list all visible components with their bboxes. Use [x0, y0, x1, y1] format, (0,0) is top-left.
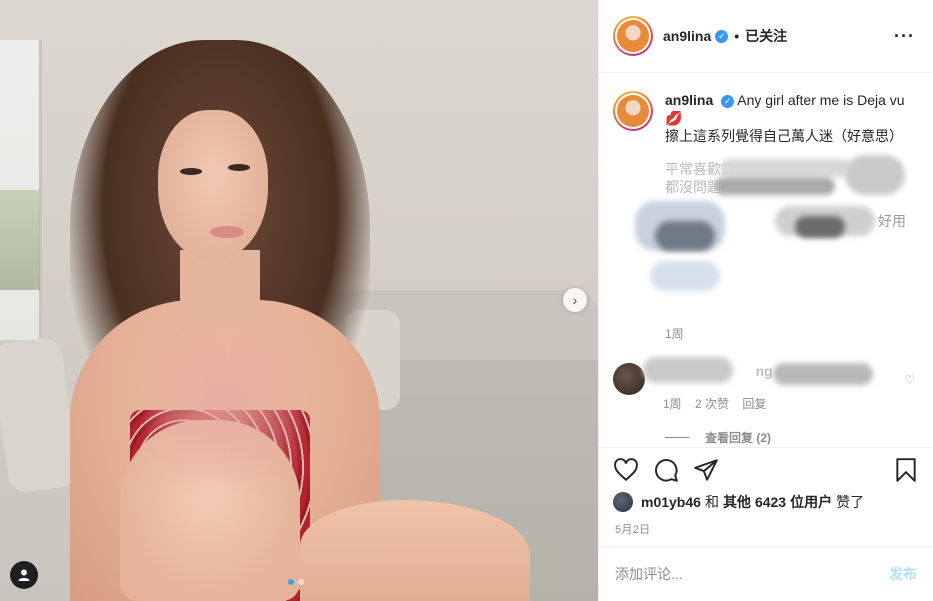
- follow-status-button[interactable]: 已关注: [745, 26, 787, 46]
- comment-input[interactable]: [615, 566, 889, 582]
- header-username[interactable]: an9lina: [663, 28, 711, 44]
- comment-heart-icon[interactable]: ♡: [904, 373, 915, 387]
- more-options-icon[interactable]: ···: [894, 26, 919, 47]
- pillow: [0, 335, 81, 495]
- comment-reply-button[interactable]: 回复: [742, 397, 766, 411]
- share-icon[interactable]: [693, 457, 719, 483]
- heart-icon[interactable]: [613, 457, 639, 483]
- comment-icon[interactable]: [653, 457, 679, 483]
- person-face: [158, 110, 268, 260]
- replies-line: [665, 437, 689, 438]
- caption-time[interactable]: 1周: [665, 325, 684, 342]
- caption-line4: 都沒問題: [665, 179, 721, 195]
- post-date[interactable]: 5月2日: [615, 521, 650, 537]
- separator-dot: •: [734, 28, 740, 44]
- comment-username-tail: ng: [755, 363, 773, 379]
- comments-list[interactable]: an9lina ✓ Any girl after me is Deja vu 💋…: [599, 73, 933, 447]
- avatar[interactable]: [613, 492, 633, 512]
- likes-others-prefix[interactable]: 其他: [723, 492, 751, 512]
- eye: [228, 164, 250, 171]
- comment-likes[interactable]: 2 次赞: [695, 397, 729, 411]
- caption: an9lina ✓ Any girl after me is Deja vu 💋…: [613, 91, 919, 145]
- liker-username[interactable]: m01yb46: [641, 494, 701, 510]
- avatar[interactable]: [613, 16, 653, 56]
- avatar[interactable]: [613, 363, 645, 395]
- post-sidebar: an9lina ✓ • 已关注 ··· an9lina ✓ Any girl a…: [598, 0, 933, 601]
- action-bar: [599, 447, 933, 492]
- likes-liked: 赞了: [836, 494, 865, 510]
- carousel-indicator: [288, 579, 304, 585]
- likes-others-suffix[interactable]: 位用户: [790, 492, 832, 512]
- next-photo-button[interactable]: ›: [563, 288, 587, 312]
- verified-badge-icon: ✓: [721, 94, 735, 108]
- view-replies-button[interactable]: 查看回复 (2): [665, 429, 771, 446]
- bookmark-icon[interactable]: [893, 457, 919, 483]
- background-window: [0, 40, 42, 340]
- likes-summary: m01yb46 和 其他 6423 位用户 赞了: [613, 492, 919, 512]
- comment-item: chan ng 1周 2 次赞 回复 ♡: [613, 357, 919, 412]
- post-photo[interactable]: ›: [0, 0, 598, 601]
- chevron-right-icon: ›: [572, 292, 578, 308]
- caption-line2: 擦上這系列覺得自己萬人迷（好意思）: [665, 128, 903, 144]
- carousel-dot: [288, 579, 294, 585]
- view-replies-label: 查看回复 (2): [705, 431, 772, 445]
- post-comment-button[interactable]: 发布: [889, 564, 917, 584]
- user-tag-icon: [18, 569, 30, 581]
- eye: [180, 168, 202, 175]
- user-tag-button[interactable]: [10, 561, 38, 589]
- person-neck: [180, 250, 260, 330]
- post-header: an9lina ✓ • 已关注 ···: [599, 0, 933, 73]
- carousel-dot: [298, 579, 304, 585]
- caption-line5-tail: 好用: [878, 213, 906, 229]
- caption-username[interactable]: an9lina: [665, 92, 713, 108]
- avatar[interactable]: [613, 91, 653, 131]
- likes-and: 和: [704, 494, 719, 510]
- redacted-caption: 平常喜歡的 到 都沒問題 好用: [635, 151, 919, 301]
- likes-count[interactable]: 6423: [755, 494, 786, 510]
- caption-line1: Any girl after me is Deja vu: [737, 92, 905, 108]
- lips-emoji: 💋: [665, 110, 683, 126]
- add-comment-form: 发布: [599, 546, 933, 601]
- blur-region: [150, 320, 300, 480]
- verified-badge-icon: ✓: [715, 29, 729, 43]
- lips: [210, 226, 244, 238]
- comment-time[interactable]: 1周: [663, 397, 682, 411]
